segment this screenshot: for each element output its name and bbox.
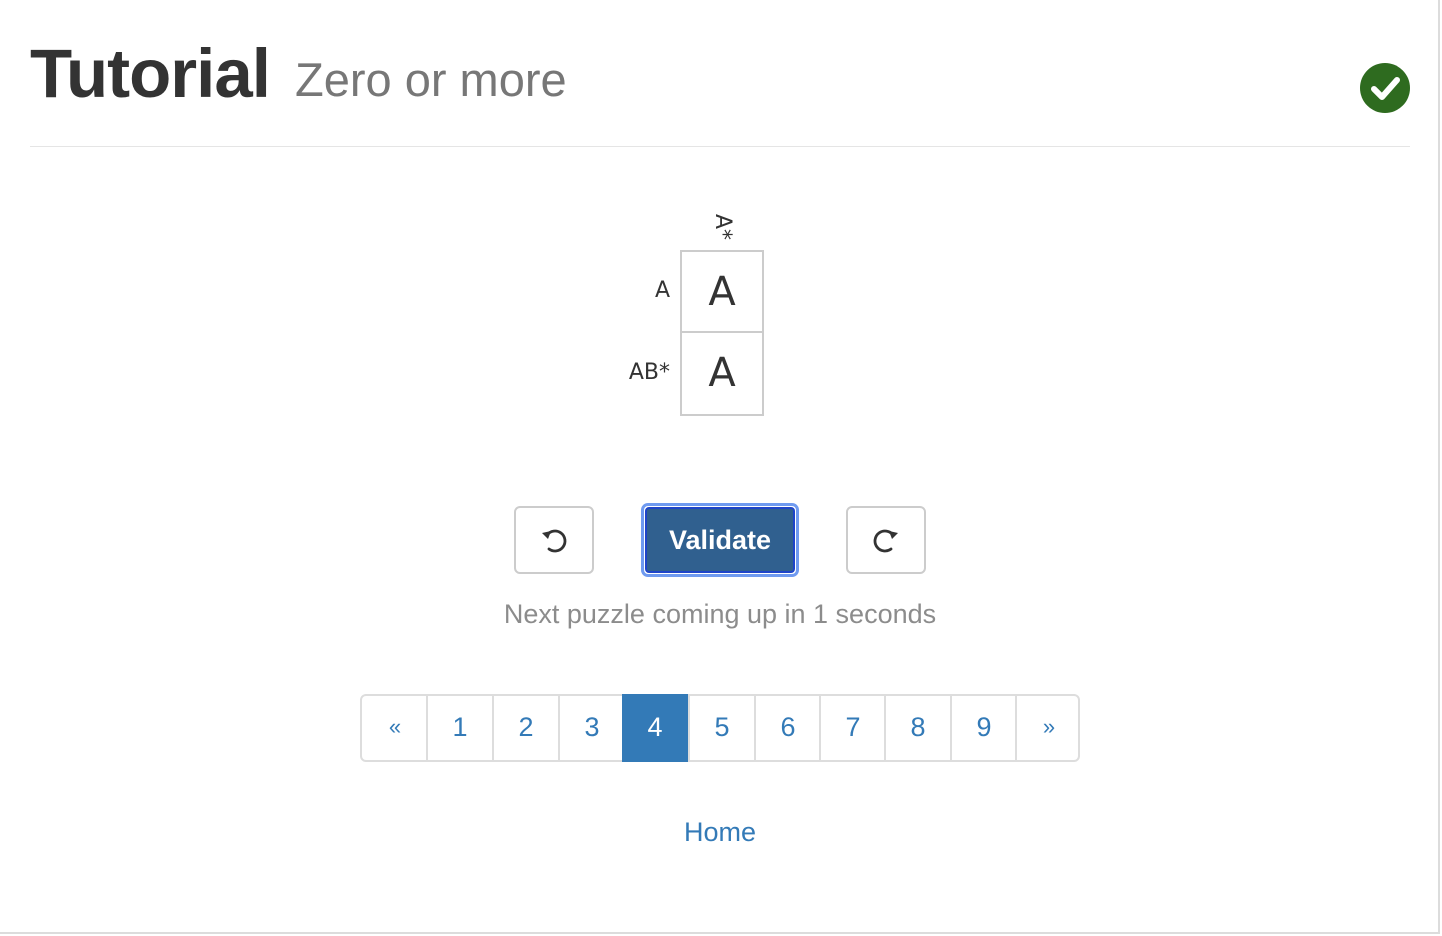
page-header: Tutorial Zero or more <box>30 28 1410 147</box>
pagination: « 1 2 3 4 5 6 7 8 9 » <box>360 694 1080 762</box>
page-subtitle: Zero or more <box>295 53 567 106</box>
row-clue: AB* <box>628 360 670 385</box>
page-prev[interactable]: « <box>362 694 428 762</box>
check-circle-icon <box>1360 63 1410 113</box>
page-link-5[interactable]: 5 <box>688 694 754 762</box>
page-link-2[interactable]: 2 <box>492 694 558 762</box>
puzzle-grid: A A <box>680 250 764 416</box>
page-link-1[interactable]: 1 <box>426 694 492 762</box>
undo-button[interactable] <box>514 506 594 574</box>
redo-icon <box>873 529 898 553</box>
page-link-9[interactable]: 9 <box>950 694 1016 762</box>
grid-cell[interactable]: A <box>682 252 762 333</box>
page-link-7[interactable]: 7 <box>819 694 885 762</box>
grid-cell[interactable]: A <box>682 333 762 414</box>
countdown-status: Next puzzle coming up in 1 seconds <box>503 599 937 629</box>
page-link-3[interactable]: 3 <box>558 694 624 762</box>
page-frame: Tutorial Zero or more A* A AB* A A Valid… <box>0 0 1440 934</box>
redo-button[interactable] <box>846 506 926 574</box>
page-title: Tutorial <box>30 35 271 112</box>
page-link-8[interactable]: 8 <box>884 694 950 762</box>
page-link-4-active[interactable]: 4 <box>622 694 688 762</box>
row-clue: A <box>654 278 670 303</box>
validate-label: Validate <box>645 507 795 573</box>
undo-icon <box>542 529 567 553</box>
page-link-6[interactable]: 6 <box>754 694 820 762</box>
home-link[interactable]: Home <box>620 814 820 850</box>
validate-button[interactable]: Validate <box>641 503 799 577</box>
page-next[interactable]: » <box>1015 694 1081 762</box>
column-clue: A* <box>710 213 735 241</box>
